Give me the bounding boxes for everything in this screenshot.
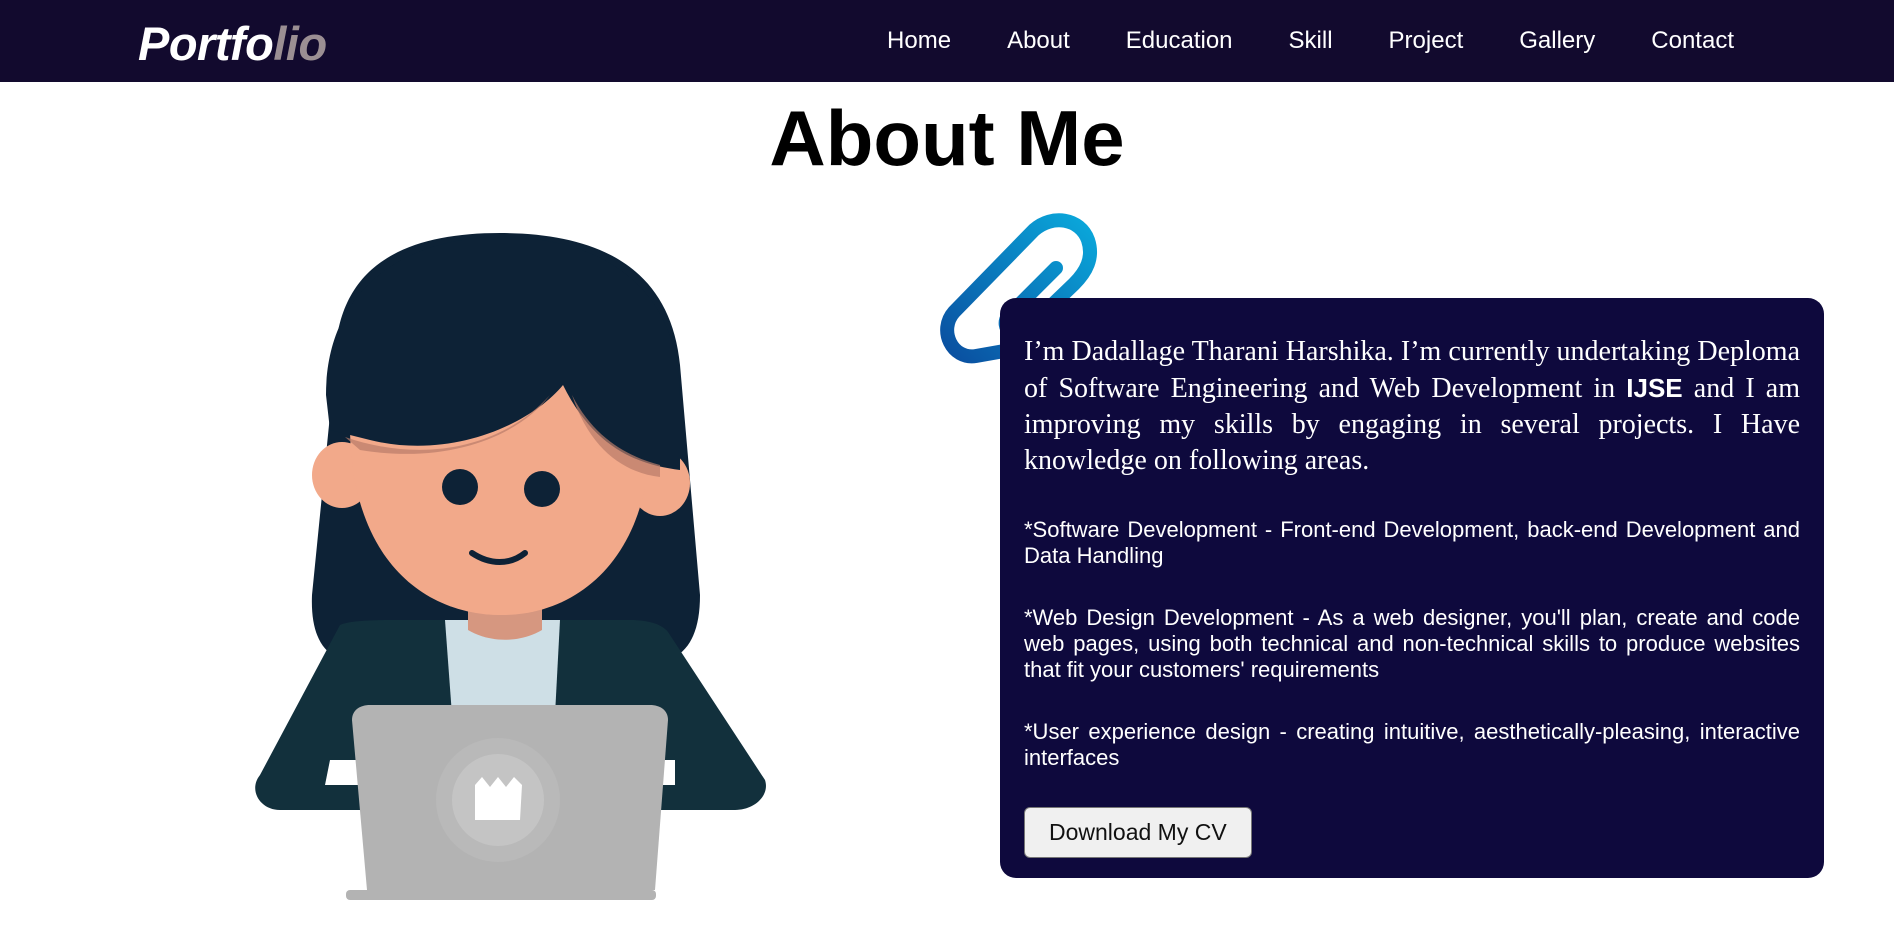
nav-link-education[interactable]: Education xyxy=(1126,27,1233,54)
about-card: I’m Dadallage Tharani Harshika. I’m curr… xyxy=(1000,298,1824,878)
download-cv-button[interactable]: Download My CV xyxy=(1024,807,1252,858)
logo-main-text: Portfo xyxy=(138,17,274,70)
nav-links: Home About Education Skill Project Galle… xyxy=(887,0,1734,82)
nav-link-home[interactable]: Home xyxy=(887,27,951,54)
nav-link-project[interactable]: Project xyxy=(1389,27,1464,54)
skill-point-software-development: *Software Development - Front-end Develo… xyxy=(1024,517,1800,568)
nav-link-about[interactable]: About xyxy=(1007,27,1070,54)
logo-accent-text: lio xyxy=(273,17,327,70)
navbar: Portfolio Home About Education Skill Pro… xyxy=(0,0,1894,82)
skill-point-ux-design: *User experience design - creating intui… xyxy=(1024,719,1800,770)
page-title: About Me xyxy=(769,94,1125,182)
nav-link-skill[interactable]: Skill xyxy=(1289,27,1333,54)
nav-link-contact[interactable]: Contact xyxy=(1651,27,1734,54)
intro-paragraph: I’m Dadallage Tharani Harshika. I’m curr… xyxy=(1024,334,1800,479)
logo[interactable]: Portfolio xyxy=(138,16,327,72)
institution-name: IJSE xyxy=(1626,373,1683,403)
skill-point-web-design: *Web Design Development - As a web desig… xyxy=(1024,605,1800,682)
nav-link-gallery[interactable]: Gallery xyxy=(1519,27,1595,54)
woman-with-laptop-illustration xyxy=(220,225,780,905)
